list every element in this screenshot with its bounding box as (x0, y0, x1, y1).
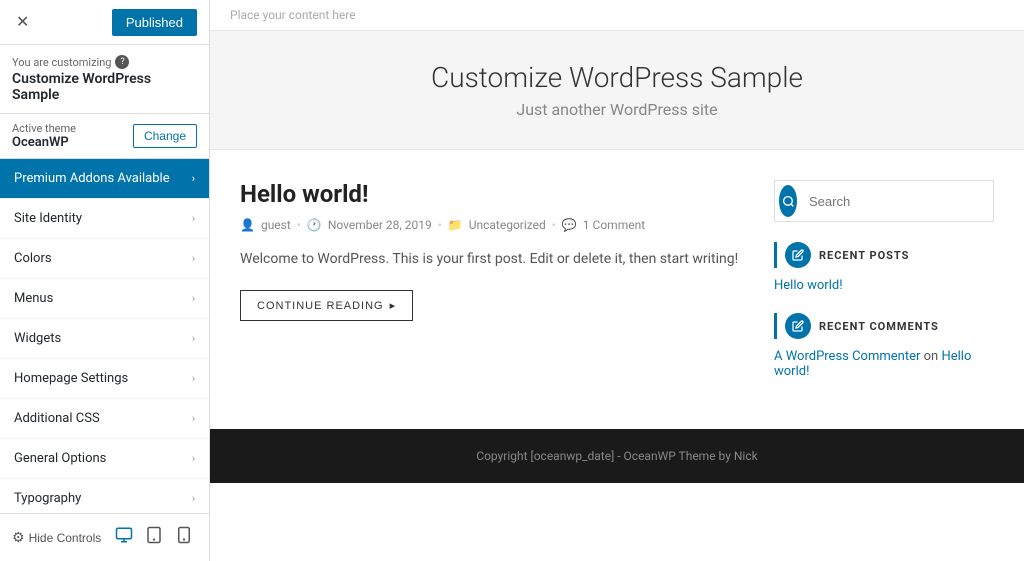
nav-item-premium[interactable]: Premium Addons Available › (0, 159, 209, 199)
nav-item-label-site-identity: Site Identity (14, 211, 82, 226)
recent-posts-widget: RECENT POSTS Hello world! (774, 242, 994, 293)
meta-sep: • (438, 218, 442, 232)
recent-posts-title: RECENT POSTS (819, 249, 909, 262)
commenter-link[interactable]: A WordPress Commenter (774, 349, 920, 364)
post-excerpt: Welcome to WordPress. This is your first… (240, 248, 744, 270)
nav-item-label-general-options: General Options (14, 451, 106, 466)
meta-sep: • (297, 218, 301, 232)
desktop-device-button[interactable] (111, 522, 137, 553)
settings-icon: ⚙ (12, 529, 25, 546)
chevron-icon: › (192, 412, 195, 425)
post-title: Hello world! (240, 180, 744, 208)
sidebar-header: ✕ Published (0, 0, 209, 45)
nav-item-typography[interactable]: Typography › (0, 479, 209, 513)
chevron-icon: › (192, 452, 195, 465)
customizing-label: You are customizing ? (12, 55, 197, 69)
hide-controls-label: Hide Controls (29, 531, 102, 545)
post-comments: 1 Comment (583, 218, 645, 232)
site-title: Customize WordPress Sample (230, 61, 1004, 94)
chevron-icon: › (192, 212, 195, 225)
recent-comments-title: RECENT COMMENTS (819, 320, 939, 333)
main-content: Hello world! 👤 guest • 🕐 November 28, 20… (240, 180, 744, 399)
active-theme-label: Active theme (12, 122, 76, 135)
recent-comments-header: RECENT COMMENTS (774, 313, 994, 339)
device-buttons (111, 522, 197, 553)
continue-reading-button[interactable]: CONTINUE READING ▸ (240, 290, 413, 321)
comment-on-text: on (924, 349, 942, 364)
preview-content: Customize WordPress Sample Just another … (210, 31, 1024, 561)
active-theme-info: Active theme OceanWP (12, 122, 76, 150)
chevron-icon: › (192, 372, 195, 385)
nav-item-label-homepage-settings: Homepage Settings (14, 371, 128, 386)
comment-icon: 💬 (562, 218, 577, 232)
nav-item-colors[interactable]: Colors › (0, 239, 209, 279)
search-icon (779, 185, 797, 217)
chevron-icon: › (192, 492, 195, 505)
nav-item-label-colors: Colors (14, 251, 52, 266)
customizing-title: Customize WordPress Sample (12, 71, 197, 103)
recent-comment-text: A WordPress Commenter on Hello world! (774, 349, 994, 379)
customizing-info: You are customizing ? Customize WordPres… (0, 45, 209, 114)
desktop-icon (115, 526, 133, 544)
preview-panel: Place your content here Customize WordPr… (210, 0, 1024, 561)
date-icon: 🕐 (307, 218, 322, 232)
site-tagline: Just another WordPress site (230, 100, 1004, 119)
change-theme-button[interactable]: Change (133, 124, 197, 148)
nav-item-menus[interactable]: Menus › (0, 279, 209, 319)
site-footer: Copyright [oceanwp_date] - OceanWP Theme… (210, 429, 1024, 483)
close-icon: ✕ (16, 12, 29, 32)
post-author: guest (261, 218, 291, 232)
nav-item-additional-css[interactable]: Additional CSS › (0, 399, 209, 439)
recent-comments-widget: RECENT COMMENTS A WordPress Commenter on… (774, 313, 994, 379)
nav-item-widgets[interactable]: Widgets › (0, 319, 209, 359)
nav-item-label-premium: Premium Addons Available (14, 171, 170, 186)
recent-posts-icon (785, 242, 811, 268)
post-category: Uncategorized (469, 218, 546, 232)
nav-item-site-identity[interactable]: Site Identity › (0, 199, 209, 239)
site-header-banner: Customize WordPress Sample Just another … (210, 31, 1024, 150)
preview-top-bar: Place your content here (210, 0, 1024, 31)
site-content: Hello world! 👤 guest • 🕐 November 28, 20… (210, 150, 1024, 429)
chevron-icon: › (192, 172, 195, 185)
chevron-icon: › (192, 292, 195, 305)
close-button[interactable]: ✕ (12, 8, 33, 36)
publish-button[interactable]: Published (112, 9, 197, 36)
mobile-device-button[interactable] (171, 522, 197, 553)
search-box (774, 180, 994, 222)
chevron-icon: › (192, 332, 195, 345)
nav-item-label-menus: Menus (14, 291, 53, 306)
tablet-icon (145, 526, 163, 544)
top-bar-text: Place your content here (230, 8, 356, 22)
nav-item-label-additional-css: Additional CSS (14, 411, 100, 426)
meta-sep: • (552, 218, 556, 232)
nav-item-label-typography: Typography (14, 491, 81, 506)
sidebar-footer: ⚙ Hide Controls (0, 513, 209, 561)
customizer-sidebar: ✕ Published You are customizing ? Custom… (0, 0, 210, 561)
recent-comments-icon (785, 313, 811, 339)
footer-text: Copyright [oceanwp_date] - OceanWP Theme… (476, 449, 757, 463)
arrow-right-icon: ▸ (390, 299, 397, 312)
post-meta: 👤 guest • 🕐 November 28, 2019 • 📁 Uncate… (240, 218, 744, 232)
post-date: November 28, 2019 (328, 218, 432, 232)
sidebar-nav: Premium Addons Available › Site Identity… (0, 159, 209, 513)
help-icon[interactable]: ? (115, 55, 129, 69)
continue-reading-label: CONTINUE READING (257, 300, 384, 312)
mobile-icon (175, 526, 193, 544)
active-theme-bar: Active theme OceanWP Change (0, 114, 209, 159)
category-icon: 📁 (448, 218, 463, 232)
active-theme-name: OceanWP (12, 135, 76, 150)
sidebar-widgets: RECENT POSTS Hello world! RECENT COMMENT… (774, 180, 994, 399)
hide-controls-button[interactable]: ⚙ Hide Controls (12, 529, 101, 546)
footer-left: ⚙ Hide Controls (12, 529, 103, 546)
recent-post-link[interactable]: Hello world! (774, 278, 994, 293)
search-input[interactable] (801, 186, 993, 217)
author-icon: 👤 (240, 218, 255, 232)
tablet-device-button[interactable] (141, 522, 167, 553)
chevron-icon: › (192, 252, 195, 265)
recent-posts-header: RECENT POSTS (774, 242, 994, 268)
nav-item-general-options[interactable]: General Options › (0, 439, 209, 479)
nav-item-label-widgets: Widgets (14, 331, 61, 346)
nav-item-homepage-settings[interactable]: Homepage Settings › (0, 359, 209, 399)
